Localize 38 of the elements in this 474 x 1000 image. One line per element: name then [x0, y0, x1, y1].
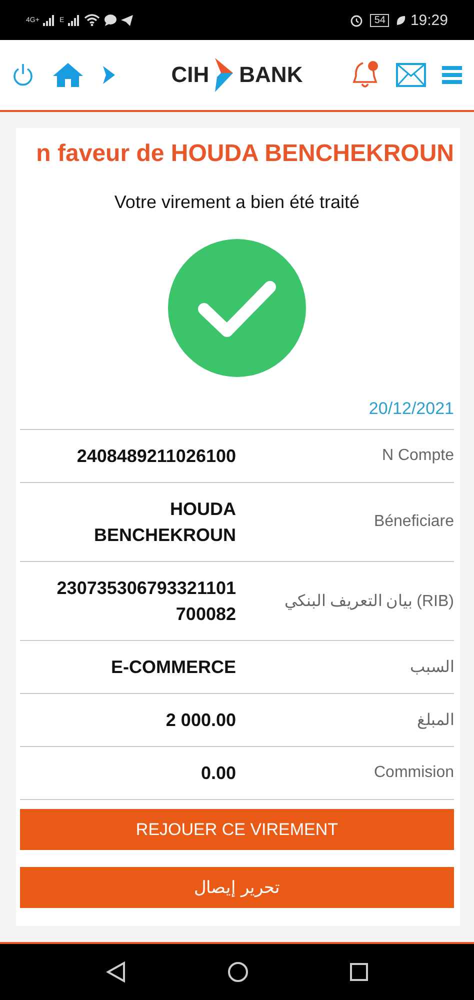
signal-icon: [43, 14, 56, 26]
detail-value: 0.00: [200, 762, 236, 785]
signal-icon: [68, 14, 80, 26]
paper-plane-icon: [121, 14, 134, 26]
detail-value: 2408489211026100: [76, 445, 236, 468]
detail-label: Commision: [372, 764, 454, 782]
power-icon[interactable]: [12, 63, 34, 87]
chat-icon: [104, 14, 118, 26]
replay-transfer-button[interactable]: REJOUER CE VIREMENT: [20, 809, 454, 850]
back-icon[interactable]: [105, 961, 127, 983]
transfer-title: n faveur de HOUDA BENCHEKROUN: [36, 140, 454, 168]
detail-label: Béneficiare: [372, 513, 454, 531]
battery-indicator: 54: [370, 14, 390, 26]
success-check-icon: [168, 239, 306, 377]
bank-logo: CIH BANK: [171, 58, 303, 92]
transfer-date: 20/12/2021: [368, 399, 454, 419]
confirmation-message: Votre virement a bien été traité: [114, 192, 360, 213]
detail-label: بيان التعريف البنكي (RIB): [283, 592, 454, 611]
menu-icon[interactable]: [442, 65, 462, 85]
receipt-button[interactable]: تحرير إيصال: [20, 867, 454, 908]
wifi-icon: [84, 14, 100, 26]
chevron-right-icon[interactable]: [102, 65, 116, 85]
recent-apps-icon[interactable]: [349, 962, 369, 982]
chevron-logo-icon: [213, 58, 236, 92]
home-circle-icon[interactable]: [227, 961, 249, 983]
home-icon[interactable]: [52, 62, 84, 88]
detail-label: المبلغ: [416, 711, 454, 730]
detail-label: السبب: [409, 658, 454, 677]
alarm-icon: [350, 14, 364, 26]
detail-label: N Compte: [380, 447, 454, 465]
bell-icon[interactable]: [352, 60, 380, 90]
detail-value: E-COMMERCE: [110, 656, 236, 679]
clock-time: 19:29: [410, 12, 448, 28]
detail-value: 2 000.00: [164, 709, 236, 732]
detail-value: 230735306793321101 700082: [56, 577, 236, 626]
detail-value: HOUDA BENCHEKROUN: [92, 498, 236, 547]
mail-icon[interactable]: [396, 63, 426, 87]
leaf-icon: [396, 14, 406, 26]
